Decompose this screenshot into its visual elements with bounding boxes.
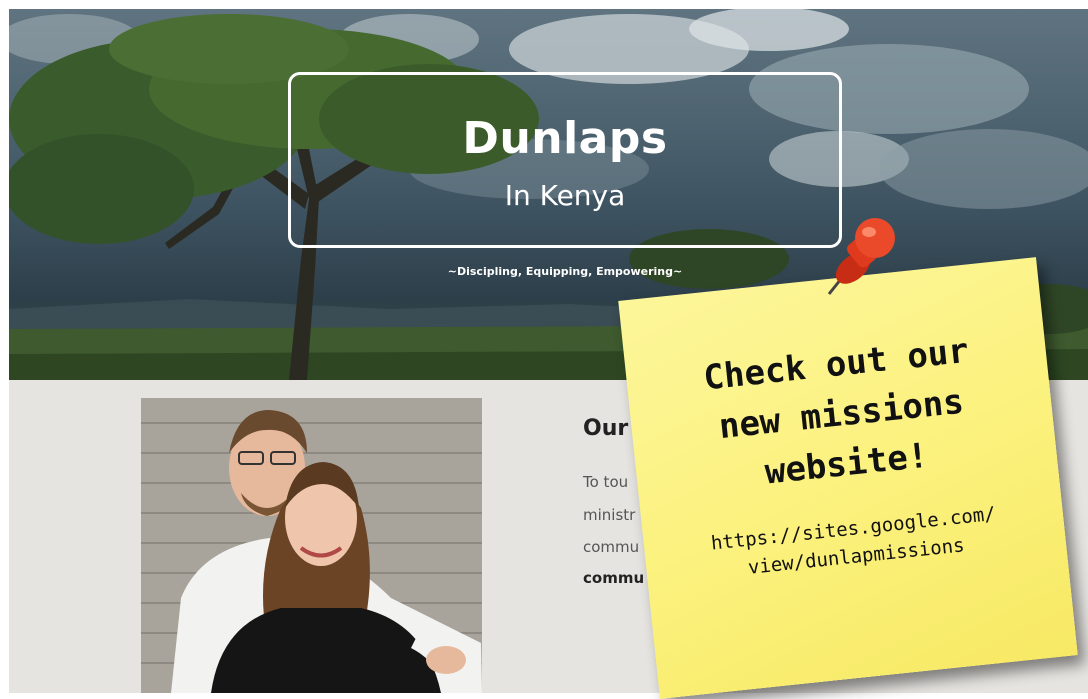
family-photo — [141, 398, 482, 693]
sticky-note-overlay: Check out our new missions website! http… — [618, 218, 1080, 699]
site-title: Dunlaps — [462, 113, 668, 164]
pushpin-icon — [827, 218, 895, 295]
sticky-note: Check out our new missions website! http… — [618, 257, 1078, 699]
site-subtitle: In Kenya — [504, 179, 626, 212]
title-frame: Dunlaps In Kenya — [288, 72, 842, 248]
